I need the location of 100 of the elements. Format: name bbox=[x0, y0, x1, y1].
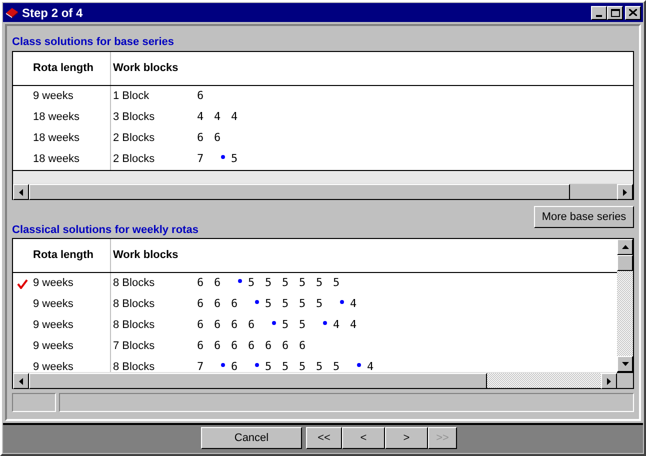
status-field bbox=[12, 393, 56, 412]
scroll-thumb[interactable] bbox=[29, 184, 570, 200]
table-cell-text: 5 bbox=[333, 275, 341, 292]
table-cell-text: 6 bbox=[214, 338, 222, 354]
table-cell-text: 6 bbox=[231, 296, 239, 312]
navigation-button[interactable]: < bbox=[342, 427, 385, 449]
table-cell-text: 4 bbox=[231, 109, 239, 126]
window-title: Step 2 of 4 bbox=[22, 4, 83, 22]
column-header[interactable]: Work blocks bbox=[113, 249, 178, 262]
table-cell-text: 5 bbox=[299, 359, 307, 372]
table-cell-text: 5 bbox=[282, 317, 290, 334]
table-cell: 3 Blocks bbox=[113, 111, 155, 124]
maximize-button[interactable] bbox=[607, 6, 623, 20]
right-triangle-icon bbox=[607, 378, 611, 384]
table-cell: 8 Blocks bbox=[113, 319, 155, 332]
table-row[interactable]: 9 weeks 8 Blocks 6 6 6 6 5 5 4 4 bbox=[13, 315, 617, 336]
scroll-right-button[interactable] bbox=[601, 373, 617, 389]
table-cell-text: 9 weeks bbox=[33, 89, 74, 104]
column-header[interactable]: Rota length bbox=[33, 247, 94, 264]
table-cell-text: 6 bbox=[282, 338, 290, 354]
table-cell: 8 Blocks bbox=[113, 277, 155, 290]
table-cell-text: 5 bbox=[299, 296, 307, 312]
scroll-down-button[interactable] bbox=[617, 356, 633, 372]
table-cell-text: 4 bbox=[214, 109, 222, 126]
table-cell-text: 4 bbox=[367, 359, 375, 372]
cancel-button[interactable]: Cancel bbox=[201, 427, 302, 449]
table-cell-text: 6 bbox=[214, 317, 222, 334]
table-cell-text: 4 bbox=[197, 109, 205, 126]
table-cell-text: 5 bbox=[231, 151, 239, 168]
table-cell-text: 6 bbox=[214, 296, 222, 312]
vertical-scrollbar[interactable] bbox=[617, 239, 633, 372]
table-cell: 2 Blocks bbox=[113, 132, 155, 144]
table-cell-text: 5 bbox=[316, 275, 324, 292]
close-button[interactable] bbox=[625, 6, 641, 20]
more-base-series-button[interactable]: More base series bbox=[534, 206, 634, 228]
minimize-button[interactable] bbox=[591, 6, 607, 20]
close-icon bbox=[629, 9, 637, 16]
up-triangle-icon bbox=[622, 245, 628, 249]
horizontal-scrollbar[interactable] bbox=[13, 183, 633, 199]
table-cell: 8 Blocks bbox=[113, 361, 155, 372]
scroll-thumb[interactable] bbox=[29, 373, 487, 389]
table-cell-text: 6 bbox=[231, 359, 239, 372]
table-cell-text: 5 bbox=[282, 359, 290, 372]
table-cell-text: 5 bbox=[282, 296, 290, 312]
section-heading: Classical solutions for weekly rotas bbox=[12, 223, 200, 236]
table-cell-text: 6 bbox=[197, 296, 205, 312]
scroll-left-button[interactable] bbox=[13, 373, 29, 389]
table-cell-text: 6 bbox=[214, 130, 222, 146]
table-cell-text: 5 bbox=[299, 317, 307, 334]
table-cell-text: 5 bbox=[265, 275, 273, 292]
navigation-button[interactable]: << bbox=[306, 427, 342, 449]
table-cell-text: 6 bbox=[248, 338, 256, 354]
table-row[interactable]: 9 weeks 7 Blocks 6 6 6 6 6 6 6 bbox=[13, 336, 617, 357]
table-row[interactable]: 9 weeks 8 Blocks 6 6 6 5 5 5 5 4 bbox=[13, 294, 617, 315]
horizontal-scrollbar[interactable] bbox=[13, 372, 617, 388]
table-cell-text: 6 bbox=[231, 317, 239, 334]
table-cell-text: 5 bbox=[282, 275, 290, 292]
table-cell-text: 4 bbox=[350, 317, 358, 334]
table-cell-text: 6 bbox=[299, 338, 307, 354]
table-cell-text: 6 bbox=[231, 338, 239, 354]
table-cell-text: 9 weeks bbox=[33, 360, 74, 372]
table-cell-text: 18 weeks bbox=[33, 110, 80, 126]
scroll-right-button[interactable] bbox=[617, 184, 633, 200]
navigation-button[interactable]: > bbox=[385, 427, 428, 449]
table-cell-text: 9 weeks bbox=[33, 297, 74, 312]
scroll-up-button[interactable] bbox=[617, 239, 633, 255]
table-cell-text: 6 bbox=[197, 338, 205, 354]
book-icon bbox=[5, 6, 19, 18]
right-triangle-icon bbox=[623, 188, 627, 196]
scroll-thumb[interactable] bbox=[617, 255, 633, 271]
section-heading: Class solutions for base series bbox=[12, 35, 176, 48]
table-cell-text: 6 bbox=[197, 317, 205, 334]
table-cell-text: 6 bbox=[214, 275, 222, 292]
table-cell-text: 6 bbox=[265, 338, 273, 354]
table-cell-text: 7 bbox=[197, 359, 205, 372]
table-cell-text: 5 bbox=[299, 275, 307, 292]
table-cell-text: 5 bbox=[265, 359, 273, 372]
table-cell-text: 7 bbox=[197, 151, 205, 168]
table-cell-text: 9 weeks bbox=[33, 276, 74, 292]
table-cell-text: 18 weeks bbox=[33, 131, 80, 146]
table-cell-text: 5 bbox=[316, 296, 324, 312]
table-cell: 8 Blocks bbox=[113, 298, 155, 310]
column-header[interactable]: Rota length bbox=[33, 60, 94, 77]
table-cell-text: 5 bbox=[333, 359, 341, 372]
table-cell-text: 5 bbox=[316, 359, 324, 372]
scroll-left-button[interactable] bbox=[13, 184, 29, 200]
table-cell-text: 5 bbox=[248, 275, 256, 292]
table-cell-text: 4 bbox=[350, 296, 358, 312]
table-cell: 7 Blocks bbox=[113, 340, 155, 352]
table-cell: 2 Blocks bbox=[113, 153, 155, 166]
table-cell: 1 Block bbox=[113, 90, 150, 102]
table-cell-text: 9 weeks bbox=[33, 318, 74, 334]
left-triangle-icon bbox=[19, 188, 23, 196]
table-cell-text: 6 bbox=[197, 88, 205, 104]
table-cell-text: 6 bbox=[248, 317, 256, 334]
table-cell-text: 9 weeks bbox=[33, 339, 74, 354]
column-header[interactable]: Work blocks bbox=[113, 62, 178, 74]
table-cell-text: 6 bbox=[197, 275, 205, 292]
table-cell-text: 4 bbox=[333, 317, 341, 334]
table-cell-text: 5 bbox=[265, 296, 273, 312]
